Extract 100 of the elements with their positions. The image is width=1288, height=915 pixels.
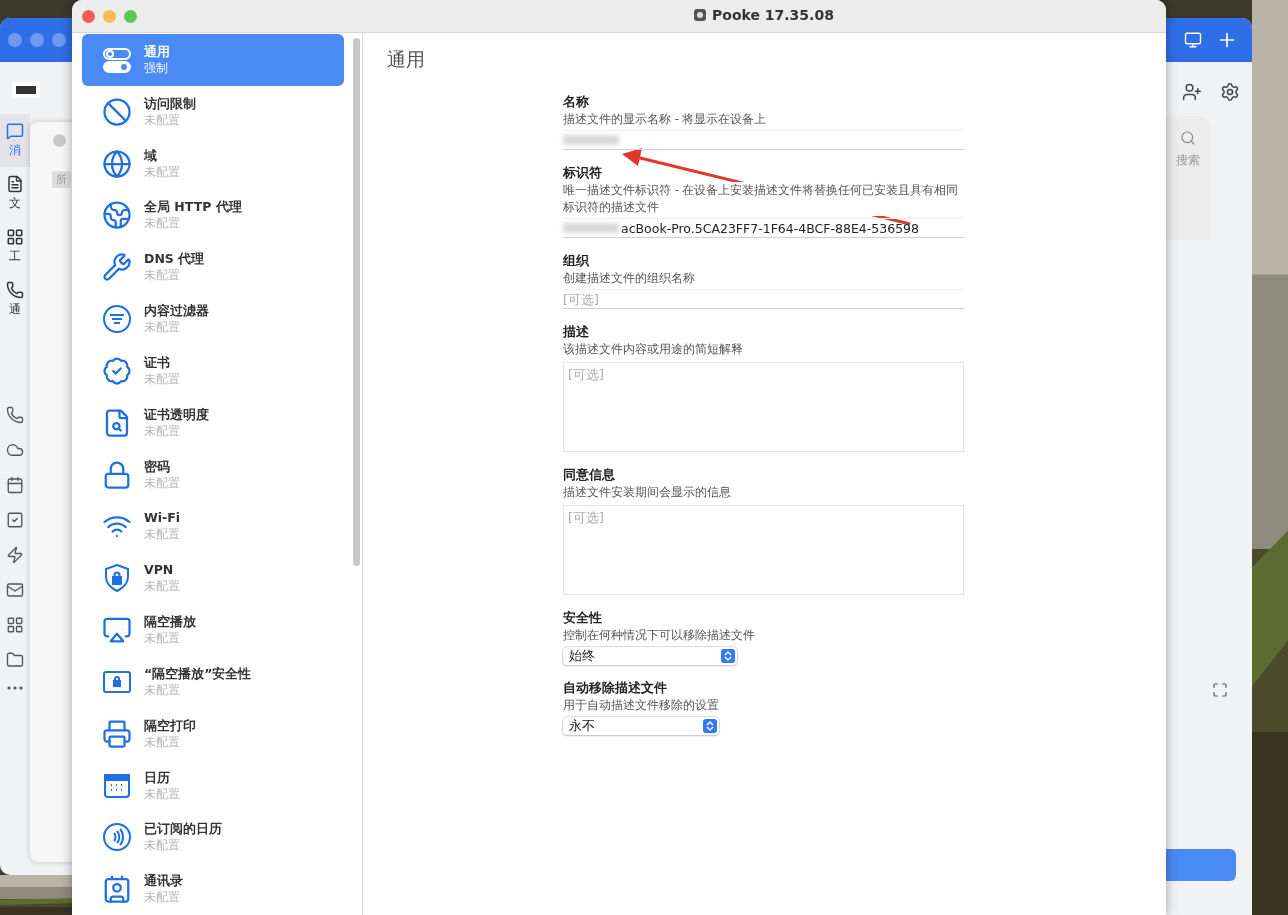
contact-card-icon xyxy=(102,874,132,905)
item-status: 未配置 xyxy=(144,526,181,543)
sidebar-item[interactable]: 通讯录 未配置 xyxy=(82,863,344,915)
airplay-icon xyxy=(102,615,132,645)
filter-icon xyxy=(102,304,132,335)
item-status: 未配置 xyxy=(144,578,180,595)
field-description: 用于自动描述文件移除的设置 xyxy=(563,697,719,714)
item-title: 证书 xyxy=(144,354,171,371)
item-status: 未配置 xyxy=(144,889,181,906)
phone-icon xyxy=(6,406,24,424)
item-status: 未配置 xyxy=(144,785,180,802)
sidebar-item[interactable]: 全局 HTTP 代理 未配置 xyxy=(82,189,344,242)
document-icon xyxy=(6,175,24,193)
item-title: 通用 xyxy=(144,43,170,60)
sidebar-item[interactable]: 密码 未配置 xyxy=(82,448,344,501)
sidebar-item[interactable]: 已订阅的日历 未配置 xyxy=(82,811,344,864)
sidebar-item[interactable]: 证书 未配置 xyxy=(82,344,344,397)
nav-item[interactable]: 文 xyxy=(0,167,30,220)
item-title: 密码 xyxy=(144,458,171,475)
nav-item[interactable]: 通 xyxy=(0,273,30,326)
item-title: 已订阅的日历 xyxy=(144,821,222,838)
field-label: 描述 xyxy=(563,323,590,341)
item-title: 隔空播放 xyxy=(144,614,196,630)
globe-icon xyxy=(102,148,132,179)
sidebar-item[interactable]: DNS 代理 未配置 xyxy=(82,241,344,294)
item-title: Wi-Fi xyxy=(144,510,181,527)
sidebar-item[interactable]: 隔空播放 未配置 xyxy=(82,604,344,656)
item-status: 未配置 xyxy=(144,111,181,128)
chevron-updown-icon xyxy=(721,649,735,663)
search-icon xyxy=(1180,130,1196,146)
select-field[interactable]: 始终 xyxy=(563,647,737,665)
field-description: 描述文件安装期间会显示的信息 xyxy=(563,484,731,501)
sidebar-item[interactable]: 日历 未配置 xyxy=(82,759,344,812)
item-title: 全局 HTTP 代理 xyxy=(144,199,242,216)
chevron-updown-icon xyxy=(703,719,717,733)
more-icon[interactable] xyxy=(7,686,23,690)
item-status: 未配置 xyxy=(144,319,181,336)
grid-icon xyxy=(6,616,24,634)
logo-icon xyxy=(12,82,40,98)
nav-label: 消 xyxy=(9,142,21,159)
calendar-icon xyxy=(6,476,24,494)
wrench-icon xyxy=(102,252,132,283)
text-area[interactable]: [可选] xyxy=(563,505,964,595)
sidebar-item[interactable]: 证书透明度 未配置 xyxy=(82,396,344,449)
item-title: 证书透明度 xyxy=(144,406,209,423)
minimize-button[interactable] xyxy=(103,9,116,23)
sidebar-item[interactable]: Wi-Fi 未配置 xyxy=(82,500,344,553)
sidebar-item[interactable]: VPN 未配置 xyxy=(82,552,344,605)
item-title: 域 xyxy=(144,147,158,164)
folder-icon xyxy=(6,651,24,669)
item-status: 未配置 xyxy=(144,681,181,698)
field-label: 标识符 xyxy=(563,164,603,182)
signal-waves-icon xyxy=(102,822,132,853)
item-title: VPN xyxy=(144,562,175,579)
input-field[interactable]: acBook-Pro.5CA23FF7-1F64-4BCF-88E4-536598 xyxy=(563,218,964,238)
sidebar-item[interactable]: 域 未配置 xyxy=(82,137,344,190)
select-field[interactable]: 永不 xyxy=(563,717,719,735)
settings-icon xyxy=(1220,82,1240,102)
phone-icon xyxy=(6,281,24,299)
item-status: 未配置 xyxy=(144,474,180,491)
mail-icon xyxy=(6,581,24,599)
field-label: 同意信息 xyxy=(563,466,616,484)
nav-item[interactable]: 工 xyxy=(0,220,30,273)
input-field[interactable] xyxy=(563,130,964,150)
shield-lock-icon xyxy=(102,563,132,594)
field-label: 安全性 xyxy=(563,609,603,627)
item-title: 内容过滤器 xyxy=(144,303,209,320)
nav-label: 文 xyxy=(9,195,21,212)
field-label: 名称 xyxy=(563,93,590,111)
item-title: “隔空播放”安全性 xyxy=(144,665,252,682)
item-status: 强制 xyxy=(144,59,169,76)
window-button[interactable] xyxy=(53,134,66,147)
sidebar-item[interactable]: 隔空打印 未配置 xyxy=(82,707,344,760)
item-title: 访问限制 xyxy=(144,95,196,112)
sidebar-item[interactable]: 访问限制 未配置 xyxy=(82,85,344,138)
sidebar-item[interactable]: “隔空播放”安全性 未配置 xyxy=(82,655,344,708)
app-button[interactable] xyxy=(1166,849,1236,881)
printer-icon xyxy=(102,718,132,749)
maximize-button[interactable] xyxy=(124,9,137,23)
item-status: 未配置 xyxy=(144,267,181,284)
lock-icon xyxy=(102,459,132,490)
window-title: Pooke 17.35.08 xyxy=(712,7,834,23)
close-button[interactable] xyxy=(82,9,95,23)
item-status: 未配置 xyxy=(144,837,181,854)
nav-item[interactable]: 消 xyxy=(0,114,30,167)
title-bar xyxy=(0,18,72,62)
text-area[interactable]: [可选] xyxy=(563,362,964,452)
scrollbar-thumb[interactable] xyxy=(353,38,360,566)
item-title: 隔空打印 xyxy=(144,717,196,734)
item-title: 通讯录 xyxy=(144,873,183,890)
cloud-icon xyxy=(6,441,24,459)
app-icon xyxy=(694,9,706,21)
field-label: 自动移除描述文件 xyxy=(563,679,668,697)
sidebar-item[interactable]: 内容过滤器 未配置 xyxy=(82,293,344,345)
badge-check-icon xyxy=(102,355,132,386)
chat-icon xyxy=(6,122,24,140)
input-field[interactable]: [可选] xyxy=(563,289,964,309)
item-status: 未配置 xyxy=(144,733,181,750)
grid-icon xyxy=(6,228,24,246)
field-label: 组织 xyxy=(563,252,590,270)
